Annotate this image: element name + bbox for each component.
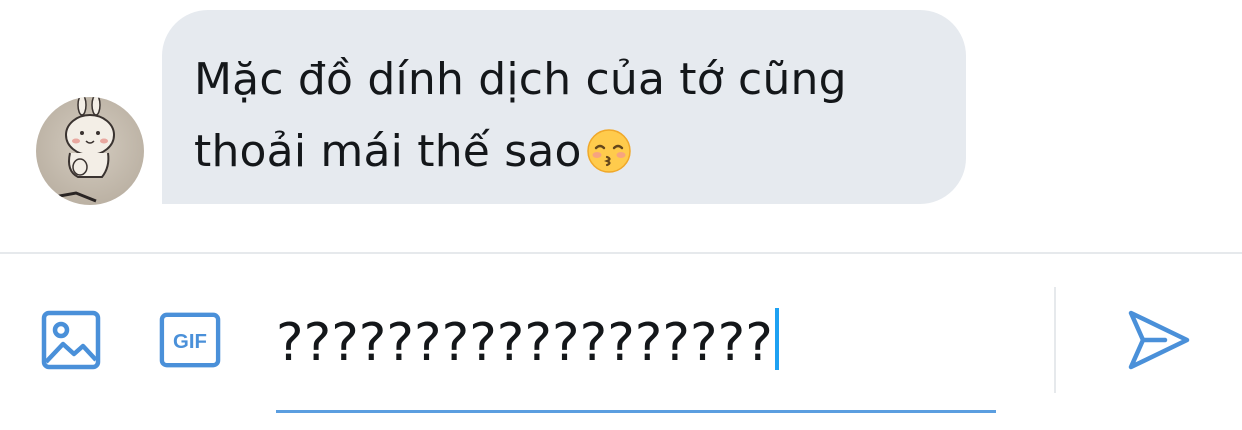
message-text-line-1: Mặc đồ dính dịch của tớ cũng: [194, 54, 847, 105]
message-input-value: ??????????????????: [276, 313, 773, 373]
send-icon: [1128, 310, 1190, 370]
kissing-face-emoji-icon: [586, 124, 632, 196]
avatar[interactable]: [36, 97, 144, 205]
image-button[interactable]: [40, 309, 102, 371]
send-button[interactable]: [1120, 302, 1196, 378]
message-input[interactable]: ??????????????????: [276, 306, 996, 380]
gif-button[interactable]: GIF: [159, 309, 221, 371]
gif-label: GIF: [173, 331, 207, 353]
composer-divider: [0, 252, 1242, 254]
message-input-underline: [276, 410, 996, 413]
image-icon: [41, 310, 101, 370]
avatar-image: [36, 97, 144, 205]
text-caret: [774, 308, 779, 370]
gif-icon: GIF: [159, 312, 221, 368]
received-message-bubble[interactable]: Mặc đồ dính dịch của tớ cũng thoải mái t…: [162, 10, 966, 204]
dm-conversation-screen: Mặc đồ dính dịch của tớ cũng thoải mái t…: [0, 0, 1242, 430]
message-text-line-2-row: thoải mái thế sao: [194, 116, 936, 196]
message-text-line-2: thoải mái thế sao: [194, 126, 582, 177]
composer-vertical-separator: [1054, 287, 1056, 393]
